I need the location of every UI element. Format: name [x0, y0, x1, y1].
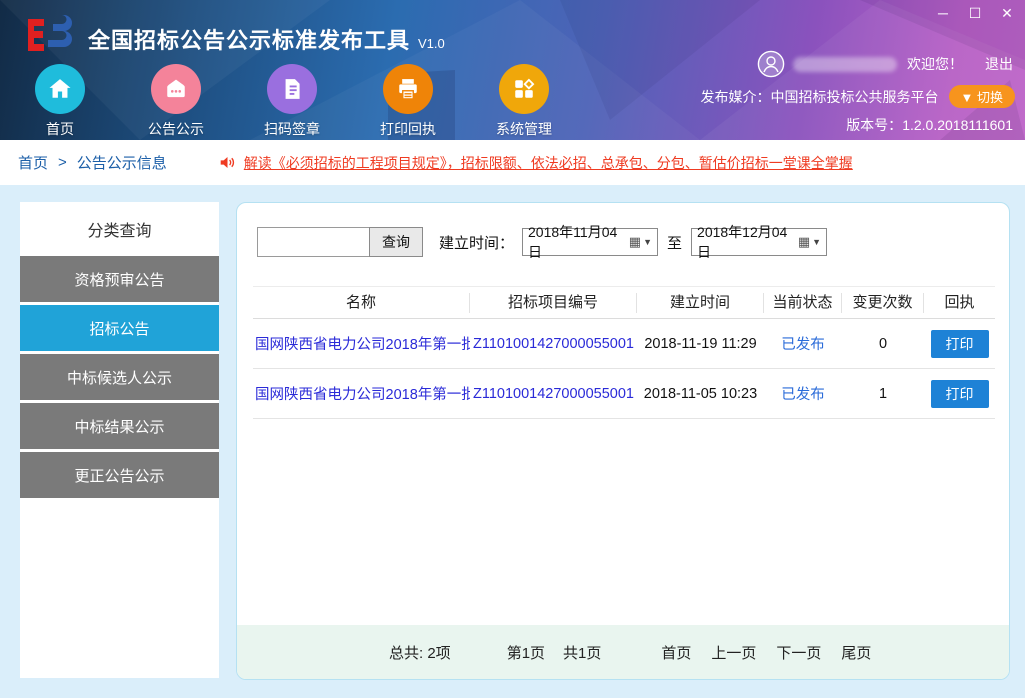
table-header-row: 名称 招标项目编号 建立时间 当前状态 变更次数 回执: [253, 286, 995, 319]
breadcrumb-bar: 首页 > 公告公示信息 解读《必须招标的工程项目规定》，招标限额、依法必招、总承…: [0, 140, 1025, 185]
pagination-total: 总共: 2项: [389, 642, 451, 663]
calendar-icon: ▦: [798, 234, 810, 250]
sidebar-item-result-publicity[interactable]: 中标结果公示: [20, 403, 219, 449]
system-grid-icon: [499, 64, 549, 114]
chevron-down-icon: ▼: [812, 237, 821, 247]
pagination-last-button[interactable]: 尾页: [841, 642, 871, 663]
publish-media-row: 发布媒介： 中国招标投标公共服务平台 ▼ 切换: [701, 85, 1015, 108]
publish-media-label: 发布媒介：: [701, 87, 771, 107]
breadcrumb-current: 公告公示信息: [77, 152, 167, 173]
switch-media-button[interactable]: ▼ 切换: [949, 85, 1015, 108]
table-row: 国网陕西省电力公司2018年第一批... Z110100142700005500…: [253, 369, 995, 419]
logout-button[interactable]: 退出: [985, 54, 1013, 74]
category-sidebar: 分类查询 资格预审公告 招标公告 中标候选人公示 中标结果公示 更正公告公示: [20, 202, 219, 678]
version-label: 版本号：: [846, 117, 902, 133]
change-count: 1: [842, 386, 924, 402]
project-number-link[interactable]: Z1101001427000055001: [470, 336, 637, 352]
sidebar-item-prequalification[interactable]: 资格预审公告: [20, 256, 219, 302]
column-header-changes: 变更次数: [842, 293, 924, 313]
date-range-label: 建立时间：: [439, 232, 514, 253]
welcome-text: 欢迎您！: [907, 54, 963, 74]
close-icon[interactable]: ✕: [999, 4, 1015, 22]
date-from-value: 2018年11月04日: [528, 222, 629, 262]
maximize-icon[interactable]: ☐: [967, 4, 983, 22]
status-badge: 已发布: [764, 333, 842, 354]
nav-label: 公告公示: [148, 119, 204, 139]
breadcrumb-home[interactable]: 首页: [18, 152, 48, 173]
breadcrumb-separator: >: [58, 154, 67, 171]
breadcrumb: 首页 > 公告公示信息: [18, 152, 167, 173]
nav-item-home[interactable]: 首页: [2, 64, 118, 139]
results-table: 名称 招标项目编号 建立时间 当前状态 变更次数 回执 国网陕西省电力公司201…: [253, 286, 995, 419]
print-button[interactable]: 打印: [931, 380, 989, 408]
nav-label: 扫码签章: [264, 119, 320, 139]
notice-banner: 解读《必须招标的工程项目规定》，招标限额、依法必招、总承包、分包、暂估价招标一堂…: [219, 153, 853, 173]
home-icon: [35, 64, 85, 114]
user-info-block: 欢迎您！ 退出 发布媒介： 中国招标投标公共服务平台 ▼ 切换 版本号：1.2.…: [701, 50, 1015, 135]
minimize-icon[interactable]: ─: [935, 4, 951, 22]
nav-label: 首页: [46, 119, 74, 139]
sidebar-item-bid-announcement[interactable]: 招标公告: [20, 305, 219, 351]
pagination-total-pages: 共1页: [563, 642, 601, 663]
version-value: 1.2.0.2018111601: [902, 117, 1013, 133]
nav-label: 系统管理: [496, 119, 552, 139]
scan-sign-icon: [267, 64, 317, 114]
printer-icon: [383, 64, 433, 114]
app-header: ─ ☐ ✕ 全国招标公告公示标准发布工具 V1.0 首页: [0, 0, 1025, 140]
change-count: 0: [842, 336, 924, 352]
pagination-first-button[interactable]: 首页: [661, 642, 691, 663]
notice-link[interactable]: 解读《必须招标的工程项目规定》，招标限额、依法必招、总承包、分包、暂估价招标一堂…: [244, 153, 853, 173]
pagination-current-page: 第1页: [507, 642, 545, 663]
app-version: V1.0: [418, 36, 445, 51]
date-to-picker[interactable]: 2018年12月04日 ▦ ▼: [691, 228, 827, 256]
pagination-bar: 总共: 2项 第1页 共1页 首页 上一页 下一页 尾页: [237, 625, 1009, 679]
filter-row: 查询 建立时间： 2018年11月04日 ▦ ▼ 至 2018年12月04日 ▦…: [257, 227, 827, 257]
title-wrap: 全国招标公告公示标准发布工具 V1.0: [88, 23, 445, 55]
created-time: 2018-11-05 10:23: [637, 386, 764, 402]
column-header-status: 当前状态: [764, 293, 842, 313]
sidebar-title: 分类查询: [20, 202, 219, 256]
sidebar-item-correction[interactable]: 更正公告公示: [20, 452, 219, 498]
username-redacted: [793, 57, 897, 72]
pagination-prev-button[interactable]: 上一页: [711, 642, 756, 663]
column-header-name: 名称: [253, 293, 470, 313]
status-badge: 已发布: [764, 383, 842, 404]
date-to-label: 至: [667, 232, 682, 253]
calendar-icon: ▦: [629, 234, 641, 250]
avatar-icon: [757, 50, 785, 78]
nav-item-announcements[interactable]: 公告公示: [118, 64, 234, 139]
nav-item-scan-sign[interactable]: 扫码签章: [234, 64, 350, 139]
announcement-name-link[interactable]: 国网陕西省电力公司2018年第一批...: [253, 383, 470, 404]
table-row: 国网陕西省电力公司2018年第一批... Z110100142700005500…: [253, 319, 995, 369]
search-input[interactable]: [257, 227, 369, 257]
pagination-next-button[interactable]: 下一页: [776, 642, 821, 663]
search-button[interactable]: 查询: [369, 227, 423, 257]
column-header-project-no: 招标项目编号: [470, 293, 637, 313]
window-controls: ─ ☐ ✕: [935, 4, 1015, 22]
app-title: 全国招标公告公示标准发布工具: [88, 23, 410, 55]
nav-label: 打印回执: [380, 119, 436, 139]
date-to-value: 2018年12月04日: [697, 222, 798, 262]
nav-item-print-receipt[interactable]: 打印回执: [350, 64, 466, 139]
announcement-icon: [151, 64, 201, 114]
announcement-name-link[interactable]: 国网陕西省电力公司2018年第一批...: [253, 333, 470, 354]
publish-media-value: 中国招标投标公共服务平台: [771, 87, 939, 107]
nav-item-system-manage[interactable]: 系统管理: [466, 64, 582, 139]
chevron-down-icon: ▼: [643, 237, 652, 247]
main-nav: 首页 公告公示: [2, 64, 582, 139]
project-number-link[interactable]: Z1101001427000055001: [470, 386, 637, 402]
main-panel: 查询 建立时间： 2018年11月04日 ▦ ▼ 至 2018年12月04日 ▦…: [236, 202, 1010, 680]
user-row: 欢迎您！ 退出: [757, 50, 1015, 78]
speaker-icon: [219, 154, 236, 171]
created-time: 2018-11-19 11:29: [637, 336, 764, 352]
date-from-picker[interactable]: 2018年11月04日 ▦ ▼: [522, 228, 658, 256]
column-header-created: 建立时间: [637, 293, 764, 313]
print-button[interactable]: 打印: [931, 330, 989, 358]
version-row: 版本号：1.2.0.2018111601: [846, 115, 1013, 135]
app-logo: [20, 13, 78, 57]
column-header-receipt: 回执: [924, 293, 995, 313]
sidebar-item-candidate-publicity[interactable]: 中标候选人公示: [20, 354, 219, 400]
